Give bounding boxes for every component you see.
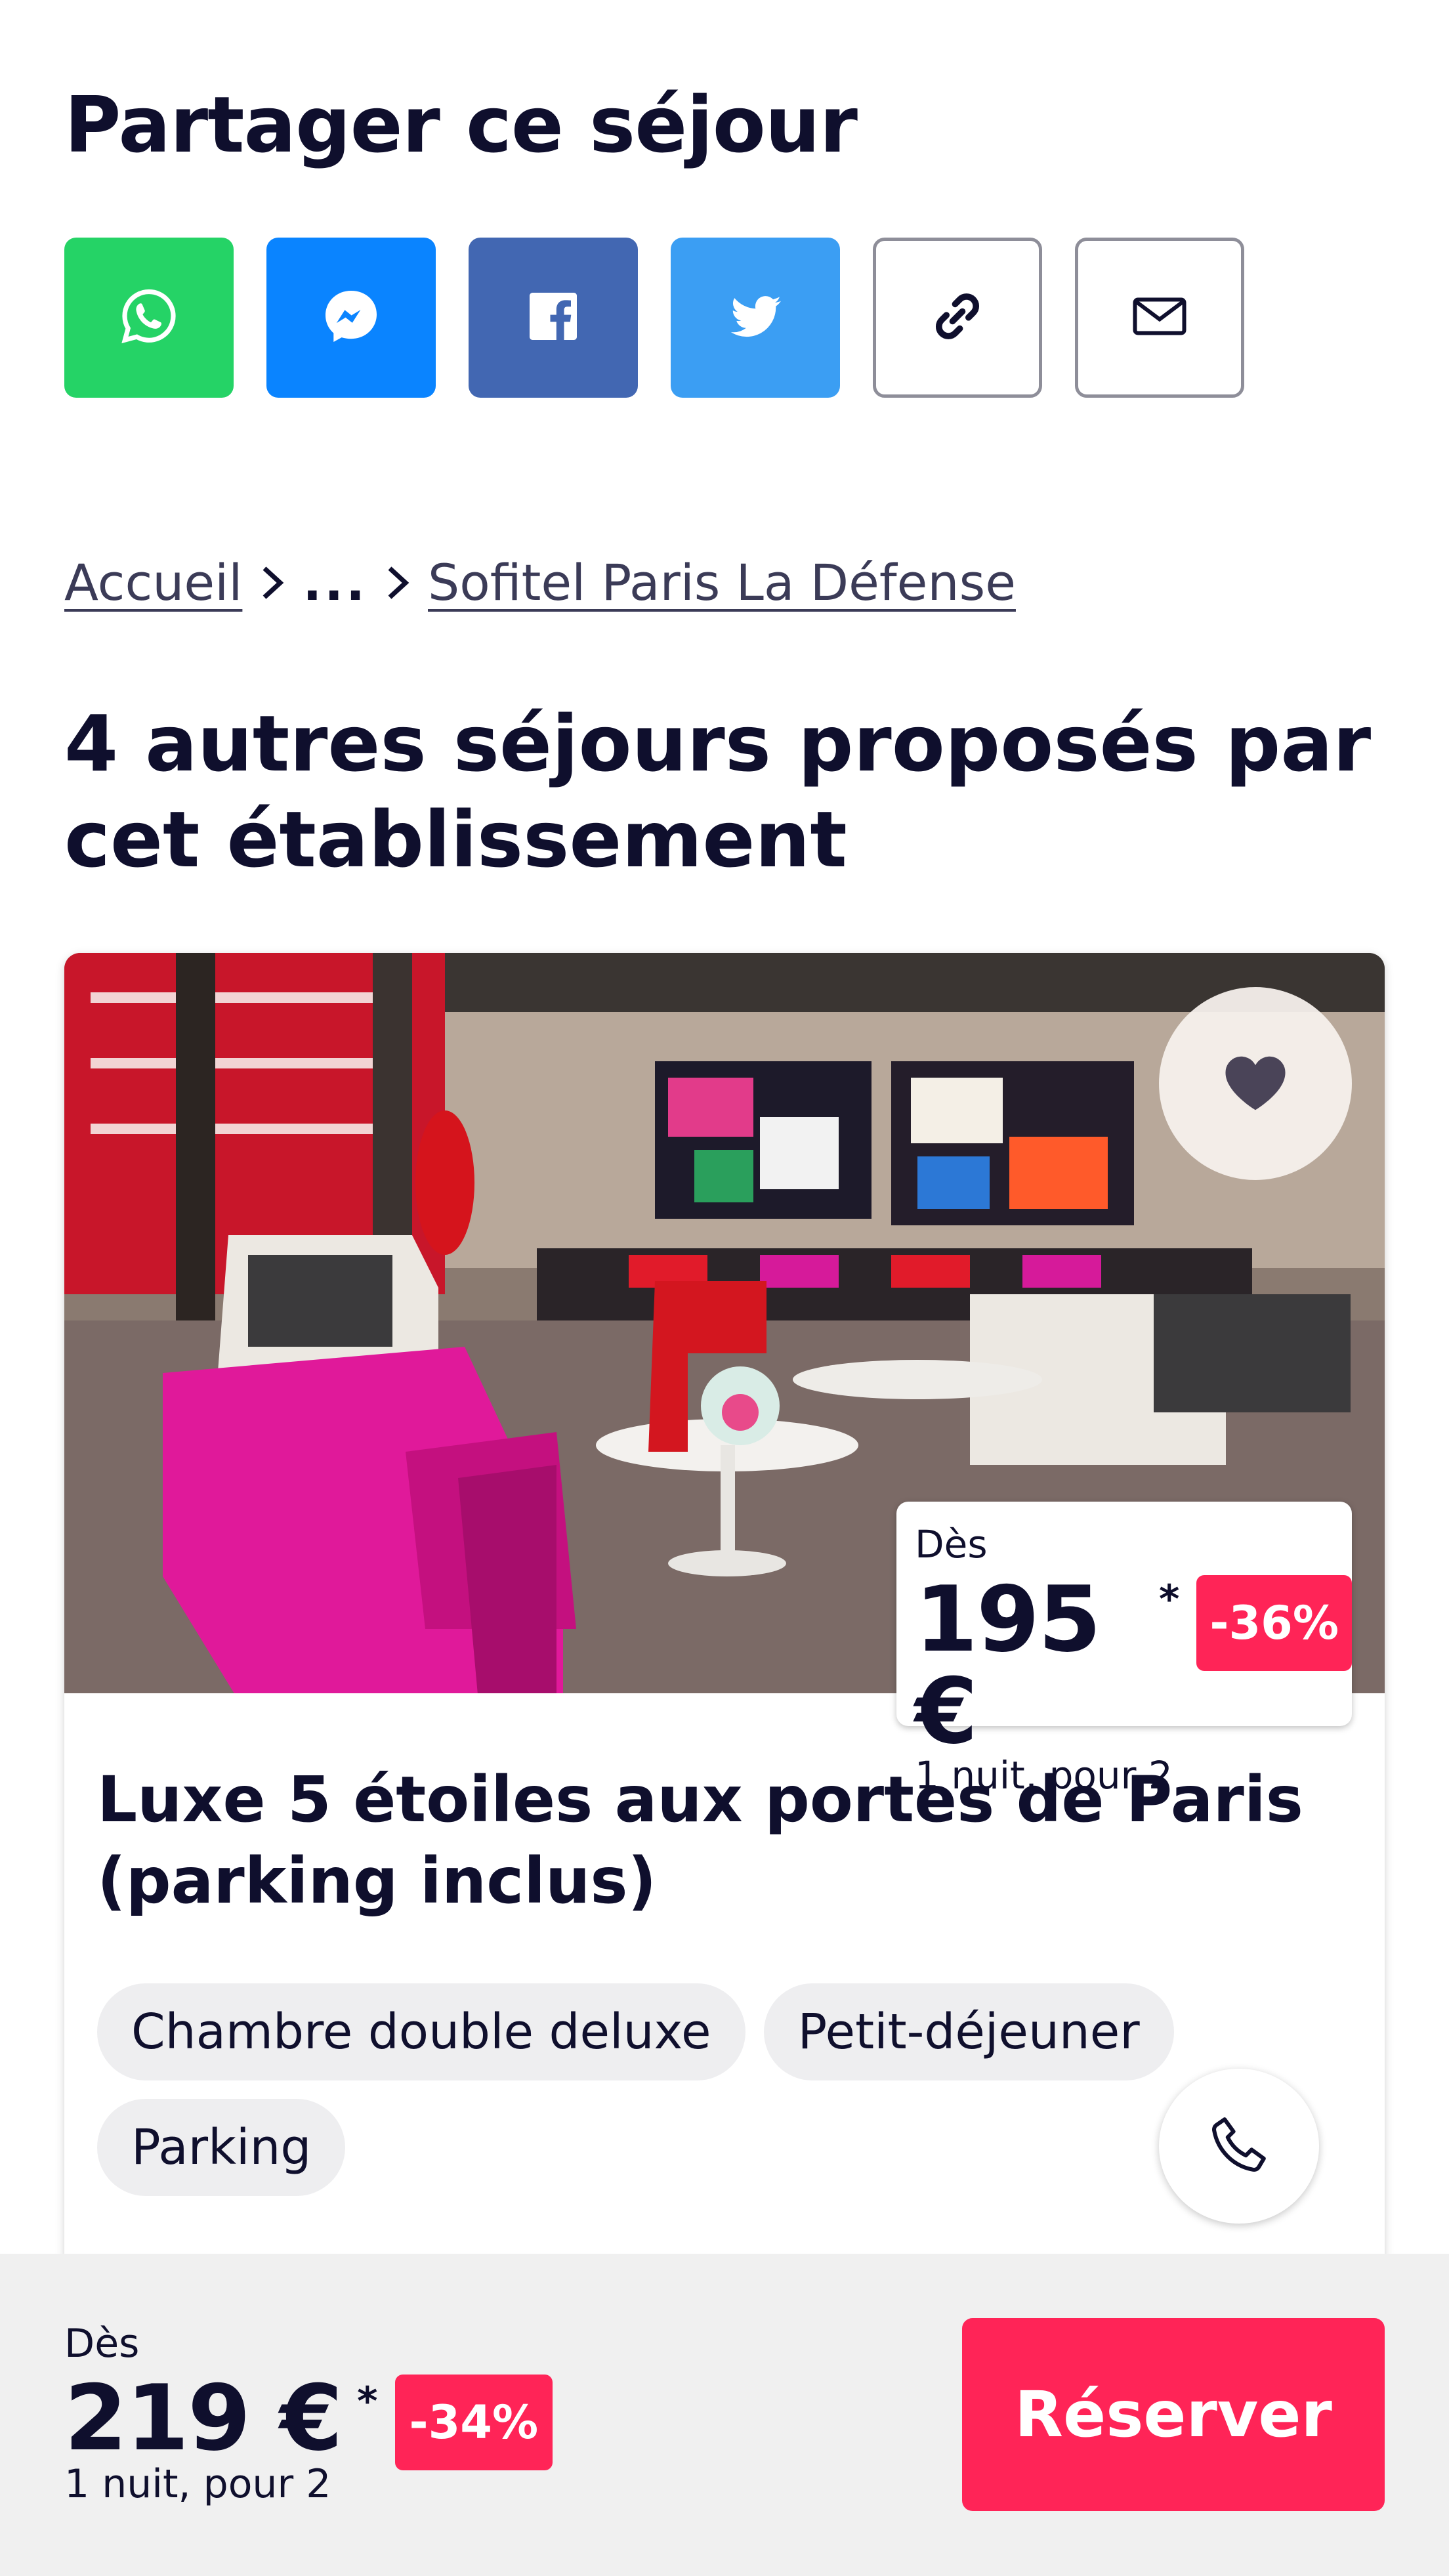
facebook-icon xyxy=(522,285,585,350)
breadcrumb-ellipsis[interactable]: ... xyxy=(303,550,368,616)
heart-icon xyxy=(1221,1052,1290,1115)
share-facebook-button[interactable] xyxy=(469,238,638,398)
copy-link-button[interactable] xyxy=(873,238,1042,398)
bottom-price-from: Dès xyxy=(64,2321,140,2367)
bottom-price-asterisk: * xyxy=(357,2378,378,2424)
tag-breakfast: Petit-déjeuner xyxy=(763,1983,1174,2080)
tag-parking: Parking xyxy=(97,2099,346,2196)
breadcrumb: Accueil ... Sofitel Paris La Défense xyxy=(64,550,1016,616)
twitter-icon xyxy=(724,285,787,350)
card-price: 195 € xyxy=(915,1567,1101,1764)
share-email-button[interactable] xyxy=(1075,238,1244,398)
share-buttons xyxy=(64,238,1244,398)
breadcrumb-hotel-link[interactable]: Sofitel Paris La Défense xyxy=(428,550,1016,616)
reserve-button[interactable]: Réserver xyxy=(962,2318,1385,2511)
whatsapp-icon xyxy=(117,285,180,350)
bottom-price: 219 € xyxy=(64,2365,343,2471)
messenger-icon xyxy=(320,285,383,350)
card-price-from: Dès xyxy=(915,1522,988,1567)
share-title: Partager ce séjour xyxy=(64,79,858,170)
card-tags: Chambre double deluxe Petit-déjeuner Par… xyxy=(97,1983,1213,2196)
card-title[interactable]: Luxe 5 étoiles aux portes de Paris (park… xyxy=(97,1759,1331,1922)
share-whatsapp-button[interactable] xyxy=(64,238,234,398)
page: Partager ce séjour Accueil ... Sofitel P… xyxy=(0,0,1449,2576)
card-price-line: 195 € * -36% xyxy=(915,1574,1352,1758)
mail-icon xyxy=(1128,285,1191,350)
link-icon xyxy=(926,285,989,350)
bottom-price-detail: 1 nuit, pour 2 xyxy=(64,2461,331,2507)
card-discount-badge: -36% xyxy=(1196,1575,1352,1671)
card-price-box: Dès 195 € * -36% 1 nuit, pour 2 xyxy=(896,1502,1352,1798)
phone-icon xyxy=(1204,2109,1274,2183)
breadcrumb-home-link[interactable]: Accueil xyxy=(64,550,242,616)
chevron-right-icon xyxy=(385,564,411,601)
bottom-booking-bar: Dès 219 € * -34% 1 nuit, pour 2 Réserver xyxy=(0,2254,1449,2576)
stay-card[interactable]: Dès 195 € * -36% 1 nuit, pour 2 Luxe 5 é… xyxy=(64,953,1385,2331)
chevron-right-icon xyxy=(259,564,285,601)
call-button[interactable] xyxy=(1159,2069,1319,2224)
bottom-discount-badge: -34% xyxy=(394,2375,553,2470)
other-stays-title: 4 autres séjours proposés par cet établi… xyxy=(64,698,1372,885)
tag-room: Chambre double deluxe xyxy=(97,1983,746,2080)
bottom-price-line: 219 € * -34% xyxy=(64,2369,553,2470)
share-messenger-button[interactable] xyxy=(266,238,436,398)
card-price-asterisk: * xyxy=(1159,1576,1180,1622)
share-twitter-button[interactable] xyxy=(671,238,840,398)
favorite-button[interactable] xyxy=(1159,987,1352,1180)
